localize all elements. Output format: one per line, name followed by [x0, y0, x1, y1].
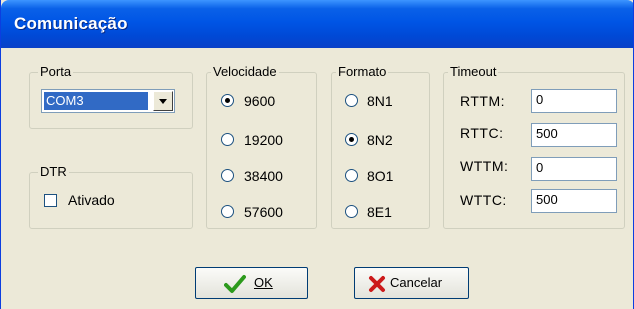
ok-button[interactable]: OK: [195, 267, 308, 299]
wttm-input[interactable]: 0: [531, 157, 617, 181]
velocidade-label-57600[interactable]: 57600: [244, 204, 283, 220]
formato-radio-8n2[interactable]: [345, 133, 358, 146]
title-bar[interactable]: Comunicação: [1, 0, 633, 48]
velocidade-radio-9600[interactable]: [221, 94, 234, 107]
velocidade-radio-38400[interactable]: [221, 169, 234, 182]
velocidade-radio-57600[interactable]: [221, 205, 234, 218]
velocidade-radio-19200[interactable]: [221, 133, 234, 146]
dialog-window: Comunicação Porta COM3 DTR Ativado Veloc…: [0, 0, 634, 309]
velocidade-label-38400[interactable]: 38400: [244, 168, 283, 184]
cancel-button[interactable]: Cancelar: [354, 267, 469, 299]
rttc-input[interactable]: 500: [531, 123, 617, 147]
dropdown-button[interactable]: [153, 91, 173, 111]
dtr-legend: DTR: [38, 164, 69, 180]
chevron-down-icon: [159, 99, 167, 104]
formato-radio-8o1[interactable]: [345, 169, 358, 182]
timeout-legend: Timeout: [448, 64, 499, 80]
dtr-ativado-label[interactable]: Ativado: [68, 192, 115, 208]
porta-selected-value: COM3: [44, 92, 148, 110]
cancel-label: Cancelar: [390, 275, 443, 290]
formato-label-8e1[interactable]: 8E1: [367, 204, 392, 220]
formato-radio-8n1[interactable]: [345, 94, 358, 107]
wttc-label: WTTC:: [460, 192, 507, 208]
formato-radio-8e1[interactable]: [345, 205, 358, 218]
rttm-label: RTTM:: [460, 93, 506, 109]
rttc-label: RTTC:: [460, 125, 504, 141]
window-title: Comunicação: [14, 14, 128, 33]
formato-label-8o1[interactable]: 8O1: [367, 168, 393, 184]
velocidade-label-9600[interactable]: 9600: [244, 93, 275, 109]
x-icon: [369, 276, 385, 292]
wttc-input[interactable]: 500: [531, 189, 617, 213]
formato-label-8n1[interactable]: 8N1: [367, 93, 393, 109]
wttm-label: WTTM:: [460, 158, 509, 174]
velocidade-label-19200[interactable]: 19200: [244, 132, 283, 148]
dtr-ativado-checkbox[interactable]: [44, 194, 57, 207]
checkmark-icon: [224, 275, 246, 293]
velocidade-legend: Velocidade: [211, 64, 279, 80]
formato-label-8n2[interactable]: 8N2: [367, 132, 393, 148]
formato-legend: Formato: [336, 64, 389, 80]
porta-legend: Porta: [38, 64, 74, 80]
porta-select[interactable]: COM3: [41, 89, 175, 113]
rttm-input[interactable]: 0: [531, 89, 617, 113]
ok-label: OK: [254, 275, 273, 290]
